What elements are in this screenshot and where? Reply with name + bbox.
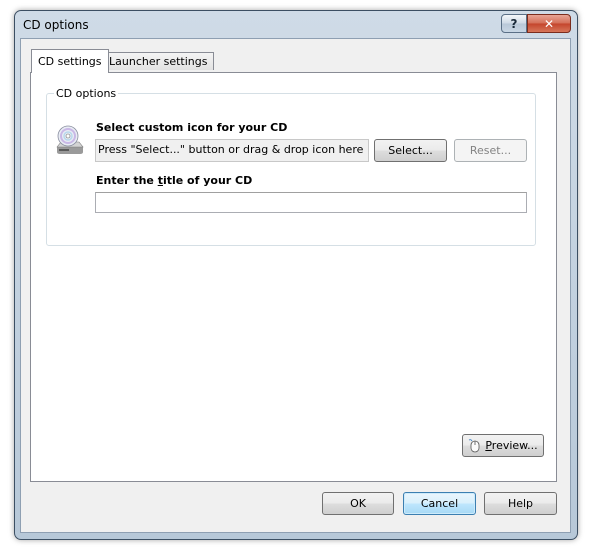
title-bar[interactable]: CD options ? ✕ — [15, 11, 577, 37]
cd-title-input[interactable] — [95, 192, 527, 213]
cancel-button-label: Cancel — [420, 497, 459, 510]
tab-launcher-settings[interactable]: Launcher settings — [102, 52, 215, 70]
ok-button[interactable]: OK — [322, 492, 394, 515]
tab-cd-settings[interactable]: CD settings — [31, 49, 109, 73]
select-button[interactable]: Select... — [374, 139, 447, 162]
tab-label: Launcher settings — [109, 55, 208, 68]
reset-button-label: Reset... — [469, 144, 512, 157]
help-button-label: Help — [507, 497, 534, 510]
cd-drive-icon — [56, 125, 84, 154]
icon-drop-field[interactable]: Press "Select..." button or drag & drop … — [95, 139, 369, 162]
close-button[interactable]: ✕ — [527, 14, 571, 33]
window-title: CD options — [23, 18, 89, 32]
groupbox-caption: CD options — [54, 87, 119, 100]
reset-button[interactable]: Reset... — [454, 139, 527, 162]
tab-label: CD settings — [38, 55, 102, 68]
preview-button-label: Preview... — [485, 439, 538, 452]
question-mark-icon: ? — [510, 16, 518, 31]
select-button-label: Select... — [388, 144, 433, 157]
cd-options-groupbox — [46, 93, 536, 246]
mouse-icon — [469, 438, 480, 452]
close-icon: ✕ — [543, 16, 555, 31]
preview-button[interactable]: Preview... — [462, 434, 544, 457]
title-section-label: Enter the title of your CD — [96, 174, 253, 187]
help-button[interactable]: Help — [484, 492, 557, 515]
ok-button-label: OK — [350, 497, 366, 510]
icon-field-text: Press "Select..." button or drag & drop … — [98, 143, 364, 156]
help-title-button[interactable]: ? — [501, 14, 527, 33]
cancel-button[interactable]: Cancel — [403, 492, 476, 515]
icon-section-label: Select custom icon for your CD — [96, 121, 288, 134]
